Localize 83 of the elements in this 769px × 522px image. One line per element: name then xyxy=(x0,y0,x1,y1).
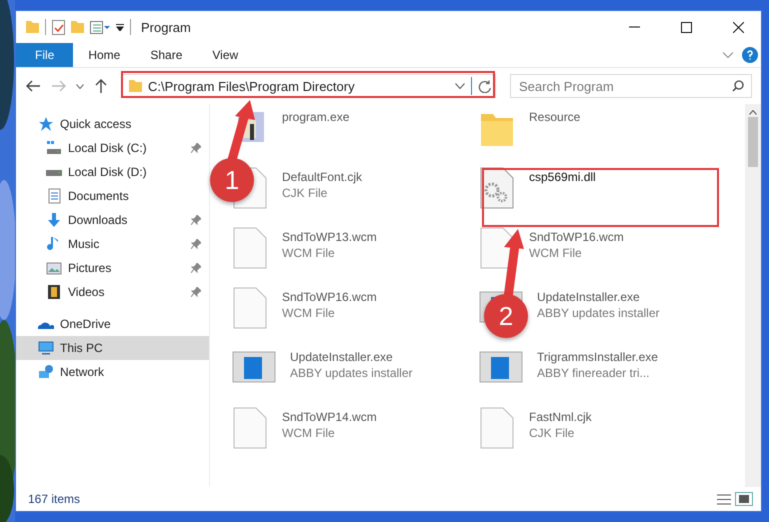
sidebar-item[interactable]: Local Disk (D:) xyxy=(16,160,209,184)
file-type: WCM File xyxy=(282,246,336,260)
sidebar-item[interactable]: Pictures xyxy=(16,256,209,280)
sidebar-item[interactable]: Music xyxy=(16,232,209,256)
minimize-icon[interactable] xyxy=(628,26,640,28)
up-icon[interactable] xyxy=(95,79,107,93)
folder-icon xyxy=(26,21,39,33)
document-icon xyxy=(232,406,268,450)
pin-icon xyxy=(191,143,201,153)
folder-icon xyxy=(71,21,84,33)
sidebar-item[interactable]: Local Disk (C:) xyxy=(16,136,209,160)
file-type: WCM File xyxy=(282,426,336,440)
film-icon xyxy=(46,284,62,300)
file-type: CJK File xyxy=(529,426,576,440)
folder-icon xyxy=(129,80,142,92)
file-name[interactable]: TrigrammsInstaller.exe xyxy=(537,350,658,364)
ribbon-tab[interactable]: View xyxy=(197,43,254,67)
file-type: CJK File xyxy=(282,186,328,200)
dropdown-icon[interactable] xyxy=(455,83,465,89)
window-title: Program xyxy=(141,20,191,34)
drive-icon xyxy=(46,168,62,176)
pin-icon xyxy=(191,215,201,225)
caret-icon[interactable] xyxy=(76,84,84,88)
file-type: ABBY finereader tri... xyxy=(537,366,650,380)
file-name[interactable]: program.exe xyxy=(282,110,350,124)
document-icon xyxy=(232,286,268,330)
pin-icon xyxy=(191,239,201,249)
ribbon-tab[interactable]: File xyxy=(16,43,74,67)
file-name[interactable]: Resource xyxy=(529,110,580,124)
annotation-arrow xyxy=(228,100,255,162)
file-name[interactable]: SndToWP16.wcm xyxy=(529,230,624,244)
ribbon-tab[interactable]: Share xyxy=(135,43,198,67)
file-name[interactable]: DefaultFont.cjk xyxy=(282,170,362,184)
close-icon[interactable] xyxy=(732,22,744,32)
computer-icon xyxy=(38,340,54,356)
scroll-up-icon[interactable] xyxy=(749,110,757,115)
address-bar[interactable]: C:\Program Files\Program Directory xyxy=(122,74,496,98)
pin-icon xyxy=(191,287,201,297)
file-type: WCM File xyxy=(529,246,583,260)
properties-icon xyxy=(90,20,110,34)
download-icon xyxy=(46,212,62,228)
address-path: C:\Program Files\Program Directory xyxy=(148,78,356,94)
large-icons-view-icon[interactable] xyxy=(735,492,753,506)
sidebar-item[interactable]: Videos xyxy=(16,280,209,304)
cloud-icon xyxy=(38,320,54,328)
file-name[interactable]: UpdateInstaller.exe xyxy=(290,350,413,364)
scrollbar-thumb[interactable] xyxy=(748,117,758,167)
sidebar-item[interactable]: Downloads xyxy=(16,208,209,232)
document-icon xyxy=(479,226,515,270)
sidebar-item[interactable]: Network xyxy=(16,360,209,384)
sidebar-item[interactable]: Documents xyxy=(16,184,209,208)
sidebar-item[interactable]: This PC xyxy=(16,336,209,360)
network-icon xyxy=(38,364,54,380)
pin-icon xyxy=(191,263,201,273)
document-icon xyxy=(479,406,515,450)
search-icon xyxy=(732,80,744,92)
file-type: ABBY updates installer xyxy=(537,306,660,320)
details-view-icon[interactable] xyxy=(717,494,731,504)
picture-icon xyxy=(46,260,62,276)
maximize-icon[interactable] xyxy=(680,22,692,32)
dropdown-icon xyxy=(116,24,124,30)
help-icon[interactable] xyxy=(742,47,758,63)
file-name[interactable]: SndToWP14.wcm xyxy=(282,410,377,424)
back-icon[interactable] xyxy=(26,80,40,92)
document-icon xyxy=(46,188,62,204)
refresh-icon[interactable] xyxy=(478,80,491,92)
search-field[interactable]: Search Program xyxy=(510,74,752,98)
file-type: WCM File xyxy=(282,306,336,320)
file-name[interactable]: UpdateInstaller.exe xyxy=(537,290,660,304)
chevron-icon[interactable] xyxy=(723,52,733,58)
checklist-icon xyxy=(52,20,65,34)
file-name[interactable]: SndToWP13.wcm xyxy=(282,230,377,244)
file-type: ABBY updates installer xyxy=(290,366,413,380)
file-name[interactable]: csp569mi.dll xyxy=(529,170,596,184)
star-icon xyxy=(38,116,54,132)
document-icon xyxy=(232,226,268,270)
sidebar-item[interactable]: Quick access xyxy=(16,112,209,136)
file-name[interactable]: SndToWP16.wcm xyxy=(282,290,377,304)
ribbon-tab[interactable]: Home xyxy=(73,43,136,67)
file-name[interactable]: FastNml.cjk xyxy=(529,410,592,424)
drive-icon xyxy=(46,140,62,156)
item-count: 167 items xyxy=(28,492,80,506)
sidebar-item[interactable]: OneDrive xyxy=(16,312,209,336)
